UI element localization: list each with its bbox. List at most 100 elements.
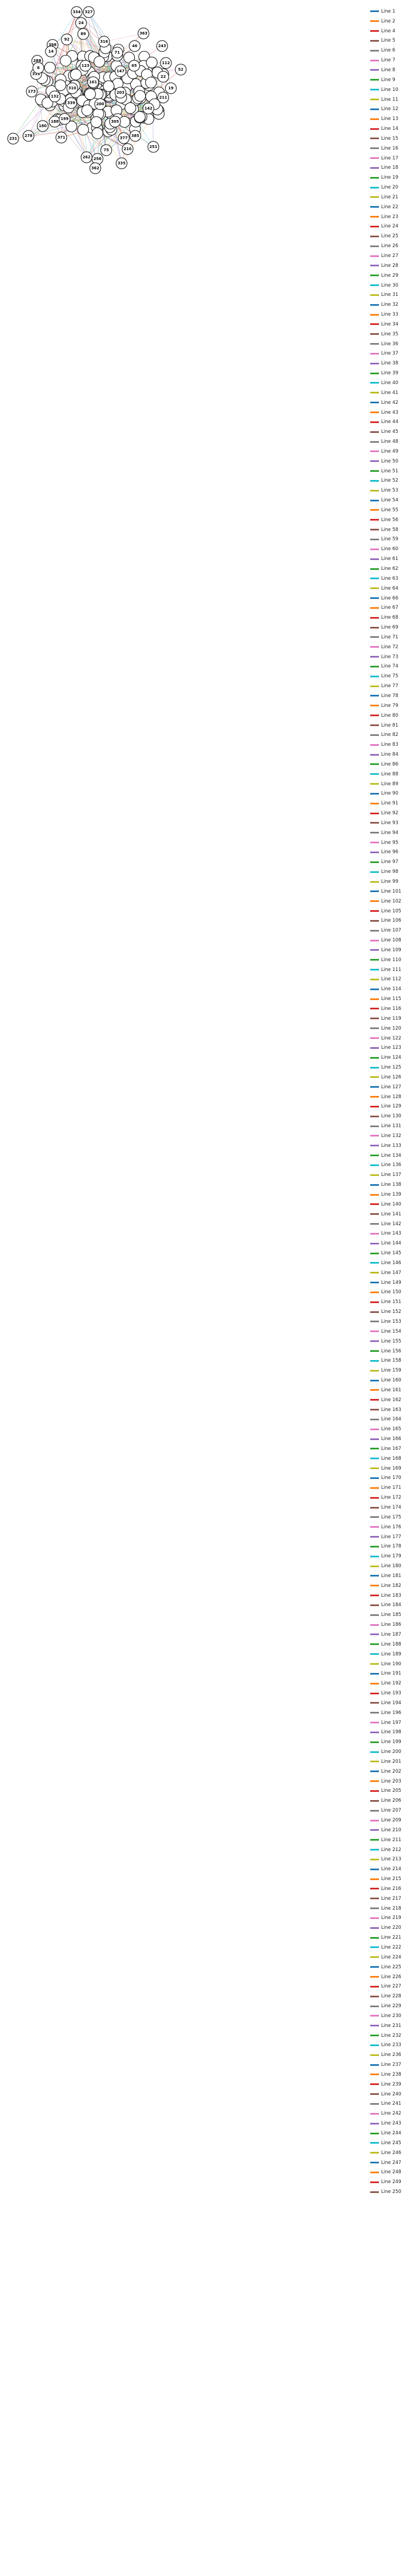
legend-swatch [370,431,379,433]
node-label: 147 [117,69,125,73]
legend-label: Line 192 [381,1681,401,1687]
legend-swatch [370,2015,379,2017]
legend-swatch [370,1731,379,1733]
legend-swatch [370,626,379,629]
legend-swatch [370,1722,379,1724]
legend-label: Line 141 [381,1211,401,1217]
legend-label: Line 209 [381,1818,401,1824]
legend-item: Line 66 [370,593,414,603]
legend-label: Line 245 [381,2140,401,2146]
legend-item: Line 228 [370,1991,414,2001]
legend-item: Line 92 [370,808,414,818]
legend-swatch [370,1145,379,1147]
legend-swatch [370,1193,379,1196]
legend-item: Line 26 [370,241,414,251]
legend-swatch [370,1066,379,1069]
legend-swatch [370,1155,379,1157]
node-label: 362 [91,166,100,170]
legend-swatch [370,1809,379,1812]
legend-label: Line 134 [381,1152,401,1158]
legend-item: Line 30 [370,281,414,290]
legend-item: Line 152 [370,1307,414,1317]
edge [37,60,82,66]
node-label: 316 [100,39,108,44]
legend-swatch [370,1927,379,1929]
legend-item: Line 189 [370,1649,414,1659]
legend-item: Line 196 [370,1708,414,1718]
legend-label: Line 79 [381,702,399,709]
legend-label: Line 184 [381,1602,401,1608]
legend-swatch [370,1849,379,1851]
legend-label: Line 180 [381,1563,401,1569]
legend-swatch [370,2005,379,2007]
legend-label: Line 89 [381,781,399,787]
graph-node: 377 [118,132,130,144]
legend-item: Line 174 [370,1503,414,1512]
legend-swatch [370,1946,379,1949]
graph-node [44,61,56,73]
legend-item: Line 220 [370,1923,414,1933]
legend-swatch [370,1428,379,1430]
legend-label: Line 150 [381,1289,401,1295]
legend-item: Line 11 [370,95,414,105]
legend-item: Line 97 [370,857,414,867]
legend-swatch [370,1487,379,1489]
legend-label: Line 26 [381,243,399,249]
legend-item: Line 17 [370,153,414,163]
legend-swatch [370,1917,379,1919]
legend-swatch [370,1907,379,1910]
legend-label: Line 82 [381,732,399,738]
legend-label: Line 98 [381,869,399,875]
legend-label: Line 242 [381,2111,401,2117]
legend-swatch [370,1761,379,1763]
legend-swatch [370,871,379,873]
legend-item: Line 13 [370,114,414,124]
legend-label: Line 69 [381,625,399,631]
legend-item: Line 7 [370,55,414,65]
node-circle [134,111,146,123]
legend-swatch [370,1135,379,1137]
legend-swatch [370,675,379,677]
legend-label: Line 142 [381,1221,401,1227]
node-label: 92 [64,37,70,42]
graph-node: 75 [100,144,112,156]
graph-node: 123 [79,60,91,72]
graph-node: 71 [111,47,123,59]
legend-item: Line 89 [370,779,414,789]
legend-swatch [370,1536,379,1538]
legend-swatch [370,49,379,52]
graph-node: 310 [66,82,78,94]
legend-swatch [370,2025,379,2027]
legend-swatch [370,128,379,130]
legend-item: Line 5 [370,36,414,46]
legend-item: Line 54 [370,495,414,505]
legend-label: Line 241 [381,2101,401,2107]
graph-node: 371 [55,132,67,144]
legend-item: Line 58 [370,525,414,535]
legend-label: Line 14 [381,126,399,132]
legend-label: Line 43 [381,409,399,415]
legend-label: Line 243 [381,2121,401,2127]
node-label: 243 [158,44,166,48]
legend-label: Line 35 [381,331,399,337]
legend-label: Line 144 [381,1241,401,1247]
legend-swatch [370,616,379,619]
legend-label: Line 80 [381,712,399,718]
legend-label: Line 227 [381,1984,401,1990]
legend-swatch [370,470,379,472]
legend-label: Line 63 [381,575,399,581]
legend-label: Line 176 [381,1524,401,1530]
legend-item: Line 163 [370,1405,414,1415]
node-label: 327 [85,10,93,14]
legend-item: Line 12 [370,104,414,114]
legend-label: Line 160 [381,1378,401,1384]
legend-label: Line 72 [381,644,399,650]
node-label: 123 [82,64,90,68]
legend-swatch [370,2054,379,2056]
legend-swatch [370,607,379,609]
legend-swatch [370,1839,379,1841]
legend-label: Line 214 [381,1866,401,1872]
graph-node [54,79,66,92]
legend-label: Line 92 [381,810,399,816]
legend-label: Line 24 [381,224,399,230]
